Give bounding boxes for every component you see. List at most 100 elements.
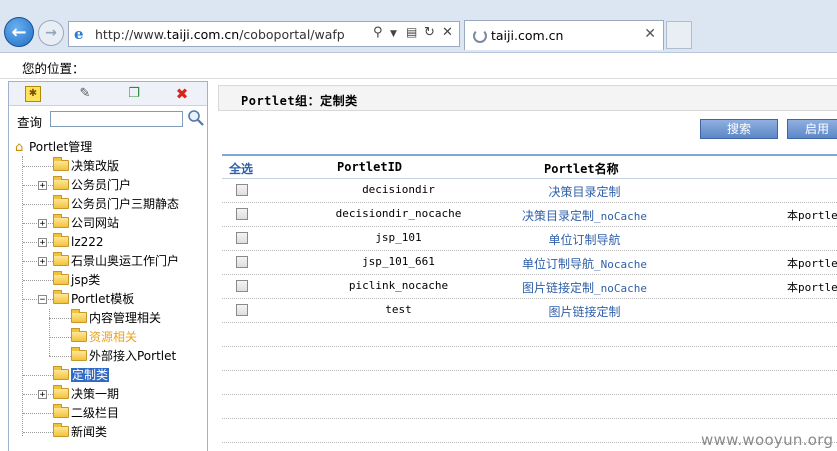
tree-item[interactable]: 公司网站	[53, 214, 119, 232]
tree-item[interactable]: 二级栏目	[53, 404, 119, 422]
table-row: decisiondir 决策目录定制	[222, 179, 837, 203]
cell-id: decisiondir_nocache	[335, 207, 462, 220]
delete-icon[interactable]: ✖	[174, 86, 190, 102]
group-title-bar: Portlet组：定制类	[218, 85, 837, 111]
location-bar: 您的位置：	[0, 53, 837, 79]
home-icon: ⌂	[15, 140, 24, 155]
cell-name-link[interactable]: 单位订制导航	[492, 231, 677, 248]
refresh-icon[interactable]: ↻	[424, 25, 435, 40]
tree-item-selected[interactable]: 定制类	[53, 366, 110, 384]
cell-desc: 本portlet	[787, 281, 837, 294]
empty-row-line	[222, 346, 837, 347]
table-row: jsp_101 单位订制导航	[222, 227, 837, 251]
folder-icon	[53, 271, 69, 285]
forward-arrow-icon: →	[45, 25, 57, 41]
tree-item[interactable]: 资源相关	[71, 328, 137, 346]
folder-icon	[53, 195, 69, 209]
cell-desc: 本portlet	[787, 257, 837, 270]
browser-toolbar: ← → e http://www.taiji.com.cn/coboportal…	[0, 0, 837, 53]
search-label: 查询	[17, 115, 43, 130]
folder-icon	[53, 252, 69, 266]
expand-icon[interactable]: +	[38, 257, 47, 267]
dropdown-icon[interactable]: ▼	[390, 29, 397, 39]
cell-id: test	[385, 303, 412, 316]
tree-item[interactable]: 石景山奥运工作门户	[53, 252, 179, 270]
tree-item[interactable]: 新闻类	[53, 423, 107, 441]
tree-item[interactable]: 决策改版	[53, 157, 119, 175]
select-all-link[interactable]: 全选	[229, 160, 253, 177]
row-checkbox[interactable]	[236, 280, 248, 292]
cell-name-link[interactable]: 图片链接定制	[492, 303, 677, 320]
folder-icon	[53, 366, 69, 380]
tree-root-label: Portlet管理	[29, 140, 93, 154]
tree-item[interactable]: lz222	[53, 233, 104, 251]
enable-button[interactable]: 启用	[787, 119, 837, 139]
main-content: Portlet组：定制类 搜索 启用 全选 PortletID Portlet名…	[218, 81, 837, 451]
folder-icon	[53, 423, 69, 437]
forward-button[interactable]: →	[38, 20, 64, 46]
expand-icon[interactable]: +	[38, 238, 47, 248]
stop-icon[interactable]: ✕	[442, 25, 453, 40]
cell-id: piclink_nocache	[348, 279, 449, 292]
cell-id: decisiondir	[362, 183, 435, 196]
tree-toolbar: ✱ ✎ ❐ ✖	[9, 82, 207, 106]
collapse-icon[interactable]: −	[38, 295, 47, 305]
row-checkbox[interactable]	[236, 256, 248, 268]
cell-name-link[interactable]: 决策目录定制_noCache	[492, 207, 677, 224]
cell-name-link[interactable]: 决策目录定制	[492, 183, 677, 200]
new-tab-button[interactable]	[666, 21, 692, 49]
cell-id: jsp_101	[375, 231, 422, 244]
tree-item[interactable]: jsp类	[53, 271, 100, 289]
tree-root[interactable]: ⌂ Portlet管理	[15, 138, 92, 156]
cell-id: jsp_101_661	[362, 255, 435, 268]
table-row: decisiondir_nocache 决策目录定制_noCache 本port…	[222, 203, 837, 227]
row-checkbox[interactable]	[236, 184, 248, 196]
expand-icon[interactable]: +	[38, 219, 47, 229]
back-button[interactable]: ←	[4, 17, 34, 47]
tree-item[interactable]: 决策一期	[53, 385, 119, 403]
empty-row-line	[222, 394, 837, 395]
table-row: piclink_nocache 图片链接定制_noCache 本portlet	[222, 275, 837, 299]
tree-item[interactable]: 内容管理相关	[71, 309, 161, 327]
expand-icon[interactable]: +	[38, 390, 47, 400]
edit-icon[interactable]: ✎	[77, 86, 93, 102]
tab-title: taiji.com.cn	[491, 28, 564, 43]
location-label: 您的位置：	[22, 61, 85, 76]
row-checkbox[interactable]	[236, 304, 248, 316]
folder-icon	[53, 385, 69, 399]
row-checkbox[interactable]	[236, 232, 248, 244]
column-header-id: PortletID	[337, 160, 403, 174]
cell-name-link[interactable]: 单位订制导航_Nocache	[492, 255, 677, 272]
loading-icon	[473, 29, 487, 43]
row-checkbox[interactable]	[236, 208, 248, 220]
address-url[interactable]: http://www.taiji.com.cn/coboportal/wafpl…	[95, 27, 345, 42]
expand-icon[interactable]: +	[38, 181, 47, 191]
folder-icon	[53, 214, 69, 228]
folder-icon	[71, 309, 87, 323]
tab-close-icon[interactable]: ✕	[644, 26, 656, 42]
table-row: jsp_101_661 单位订制导航_Nocache 本portlet	[222, 251, 837, 275]
cell-name-link[interactable]: 图片链接定制_noCache	[492, 279, 677, 296]
folder-icon	[53, 176, 69, 190]
watermark: www.wooyun.org	[701, 431, 834, 449]
browser-tab[interactable]: taiji.com.cn ✕	[464, 20, 664, 50]
folder-icon	[53, 157, 69, 171]
search-input[interactable]	[50, 111, 183, 127]
cell-desc: 本portlet	[787, 209, 837, 222]
tree-item[interactable]: Portlet模板	[53, 290, 134, 308]
search-magnifier-icon[interactable]	[187, 109, 205, 127]
tree-item[interactable]: 公务员门户	[53, 176, 131, 194]
folder-icon	[71, 347, 87, 361]
address-bar[interactable]: e http://www.taiji.com.cn/coboportal/waf…	[68, 21, 460, 47]
tree-item[interactable]: 公务员门户三期静态	[53, 195, 179, 213]
compat-view-icon[interactable]: ▤	[406, 25, 417, 39]
new-icon[interactable]: ✱	[25, 86, 41, 102]
tree-item[interactable]: 外部接入Portlet	[71, 347, 176, 365]
table-row: test 图片链接定制	[222, 299, 837, 323]
column-header-name: Portlet名称	[544, 162, 619, 176]
folder-icon	[53, 404, 69, 418]
search-button[interactable]: 搜索	[700, 119, 778, 139]
group-title: Portlet组：定制类	[241, 94, 358, 108]
copy-icon[interactable]: ❐	[126, 86, 142, 102]
search-icon[interactable]: ⚲	[373, 25, 383, 40]
